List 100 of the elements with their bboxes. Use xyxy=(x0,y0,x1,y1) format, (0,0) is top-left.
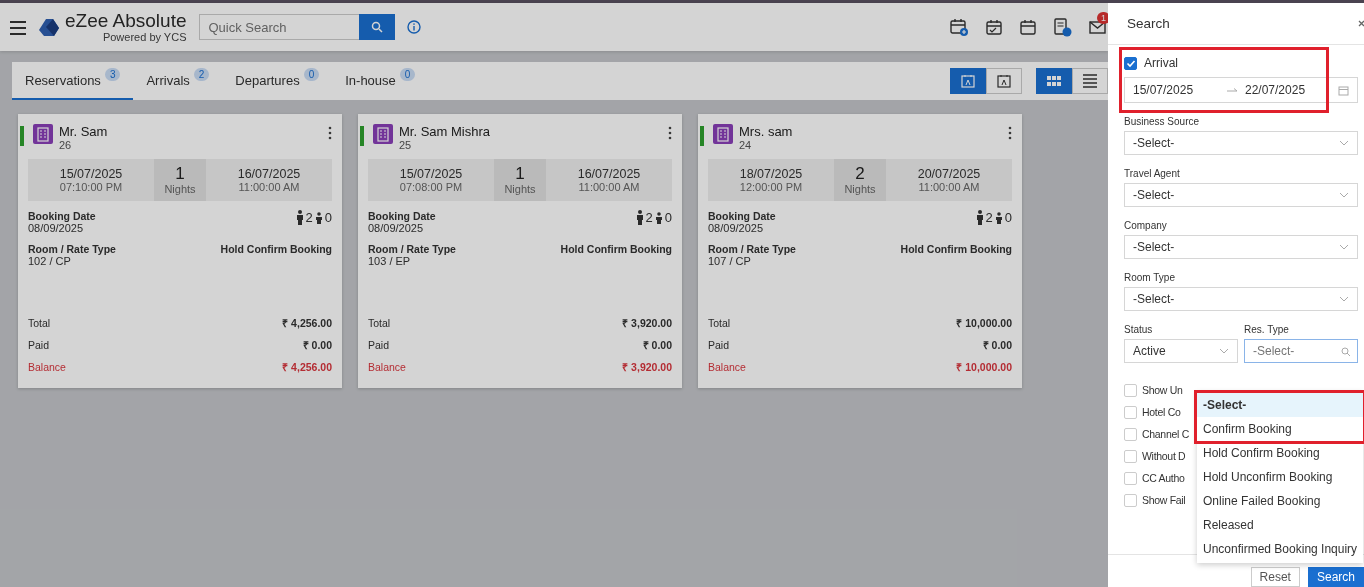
calendar-check-icon[interactable] xyxy=(986,18,1003,36)
search-icon xyxy=(371,21,384,33)
more-icon[interactable] xyxy=(668,126,672,140)
check-icon xyxy=(1125,58,1136,68)
building-icon xyxy=(373,124,393,144)
dropdown-option[interactable]: Hold Unconfirm Booking xyxy=(1197,465,1363,489)
tab[interactable]: Departures 0 xyxy=(222,62,333,100)
layout-toggle[interactable] xyxy=(1036,68,1072,94)
field-label: Company xyxy=(1124,220,1168,231)
checkbox-label: Hotel Co xyxy=(1142,406,1181,418)
tab[interactable]: In-house 0 xyxy=(332,62,429,100)
amount-value: ₹ 0.00 xyxy=(302,338,332,352)
field-label: Room / Rate Type xyxy=(28,243,116,255)
chevron-icon xyxy=(1339,192,1349,198)
chevron-icon xyxy=(1339,244,1349,250)
guest-name: Mrs. sam xyxy=(739,124,793,139)
dropdown-option[interactable]: Confirm Booking xyxy=(1197,417,1363,441)
dropdown-option[interactable]: Released xyxy=(1197,513,1363,537)
adult-count: 2 xyxy=(985,210,993,225)
view-toggle[interactable] xyxy=(950,68,986,94)
arrival-date: 18/07/2025 xyxy=(739,167,803,181)
tab[interactable]: Reservations 3 xyxy=(12,62,134,100)
booking-date: 08/09/2025 xyxy=(708,222,765,234)
checkbox-label: Show Fail xyxy=(1142,494,1186,506)
field-label: Travel Agent xyxy=(1124,168,1181,179)
checkbox-label: Show Un xyxy=(1142,384,1183,396)
dropdown-option[interactable]: -Select- xyxy=(1197,393,1363,417)
select-field[interactable]: -Select- xyxy=(1124,287,1358,311)
amount-value: ₹ 3,920.00 xyxy=(622,360,672,374)
building-icon xyxy=(33,124,53,144)
chevron-icon xyxy=(1219,348,1229,354)
more-icon[interactable] xyxy=(328,126,332,140)
field-label: Booking Date xyxy=(708,210,776,222)
amount-label: Balance xyxy=(368,361,406,373)
mail-icon[interactable] xyxy=(1089,19,1106,35)
logo-icon xyxy=(36,16,60,38)
res-type-field[interactable]: -Select- xyxy=(1244,339,1358,363)
amount-value: ₹ 4,256.00 xyxy=(282,360,332,374)
dropdown-option[interactable]: Online Failed Booking xyxy=(1197,489,1363,513)
amount-value: ₹ 0.00 xyxy=(642,338,672,352)
calendar-icon xyxy=(1338,84,1349,96)
reset-button[interactable]: Reset xyxy=(1250,567,1300,587)
search-icon xyxy=(1341,347,1350,356)
calendar-letter-icon xyxy=(961,74,975,88)
booking-status: Hold Confirm Booking xyxy=(560,243,672,255)
arrow-icon xyxy=(1227,87,1237,93)
select-field[interactable]: Active xyxy=(1124,339,1238,363)
calendar-add-icon[interactable] xyxy=(950,17,969,37)
amount-label: Paid xyxy=(28,339,49,351)
adult-count: 2 xyxy=(305,210,313,225)
child-icon xyxy=(314,211,323,224)
field-label: Status xyxy=(1124,324,1154,335)
departure-date: 20/07/2025 xyxy=(917,167,981,181)
arrival-time: 07:08:00 PM xyxy=(399,181,463,193)
field-label: Business Source xyxy=(1124,116,1201,127)
child-icon xyxy=(654,211,663,224)
amount-value: ₹ 4,256.00 xyxy=(282,316,332,330)
amount-label: Balance xyxy=(28,361,66,373)
quick-search-field[interactable]: Quick Search xyxy=(199,14,360,40)
count-badge: 0 xyxy=(399,67,416,81)
field-label: Booking Date xyxy=(28,210,96,222)
departure-time: 11:00:00 AM xyxy=(578,181,640,193)
count-badge: 3 xyxy=(104,67,121,81)
nights-count: 1 xyxy=(515,165,525,183)
search-button[interactable] xyxy=(359,14,396,40)
menu-icon[interactable] xyxy=(10,18,26,36)
count-badge: 0 xyxy=(303,67,320,81)
amount-label: Balance xyxy=(708,361,746,373)
tab[interactable]: Arrivals 2 xyxy=(133,62,223,100)
reservation-number: 25 xyxy=(399,139,413,151)
select-field[interactable]: -Select- xyxy=(1124,131,1358,155)
adult-icon xyxy=(975,210,984,225)
more-icon[interactable] xyxy=(1008,126,1012,140)
dropdown-option[interactable]: Unconfirmed Booking Inquiry xyxy=(1197,537,1363,561)
departure-time: 11:00:00 AM xyxy=(918,181,980,193)
guest-name: Mr. Sam Mishra xyxy=(399,124,490,139)
select-field[interactable]: -Select- xyxy=(1124,235,1358,259)
chevron-icon xyxy=(1339,296,1349,302)
invoice-icon[interactable] xyxy=(1054,17,1072,37)
guest-name: Mr. Sam xyxy=(59,124,108,139)
select-field[interactable]: -Select- xyxy=(1124,183,1358,207)
close-icon[interactable] xyxy=(1358,19,1364,28)
amount-value: ₹ 10,000.00 xyxy=(956,316,1012,330)
adult-icon xyxy=(635,210,644,225)
reservation-number: 24 xyxy=(739,139,753,151)
room-rate: 107 / CP xyxy=(708,255,752,267)
building-icon xyxy=(713,124,733,144)
nights-label: Nights xyxy=(844,183,876,195)
checkbox[interactable] xyxy=(1124,56,1137,70)
calendar-icon[interactable] xyxy=(1020,18,1037,36)
arrival-time: 07:10:00 PM xyxy=(59,181,123,193)
amount-label: Total xyxy=(708,317,731,329)
field-label: Room / Rate Type xyxy=(368,243,456,255)
nights-count: 1 xyxy=(175,165,185,183)
child-count: 0 xyxy=(664,210,672,225)
search-button[interactable]: Search xyxy=(1307,567,1364,587)
status-bar xyxy=(700,126,704,146)
logo-title: eZee Absolute xyxy=(65,11,187,31)
info-icon[interactable] xyxy=(407,20,422,34)
date-range-field[interactable]: 15/07/2025 22/07/2025 xyxy=(1124,77,1358,103)
